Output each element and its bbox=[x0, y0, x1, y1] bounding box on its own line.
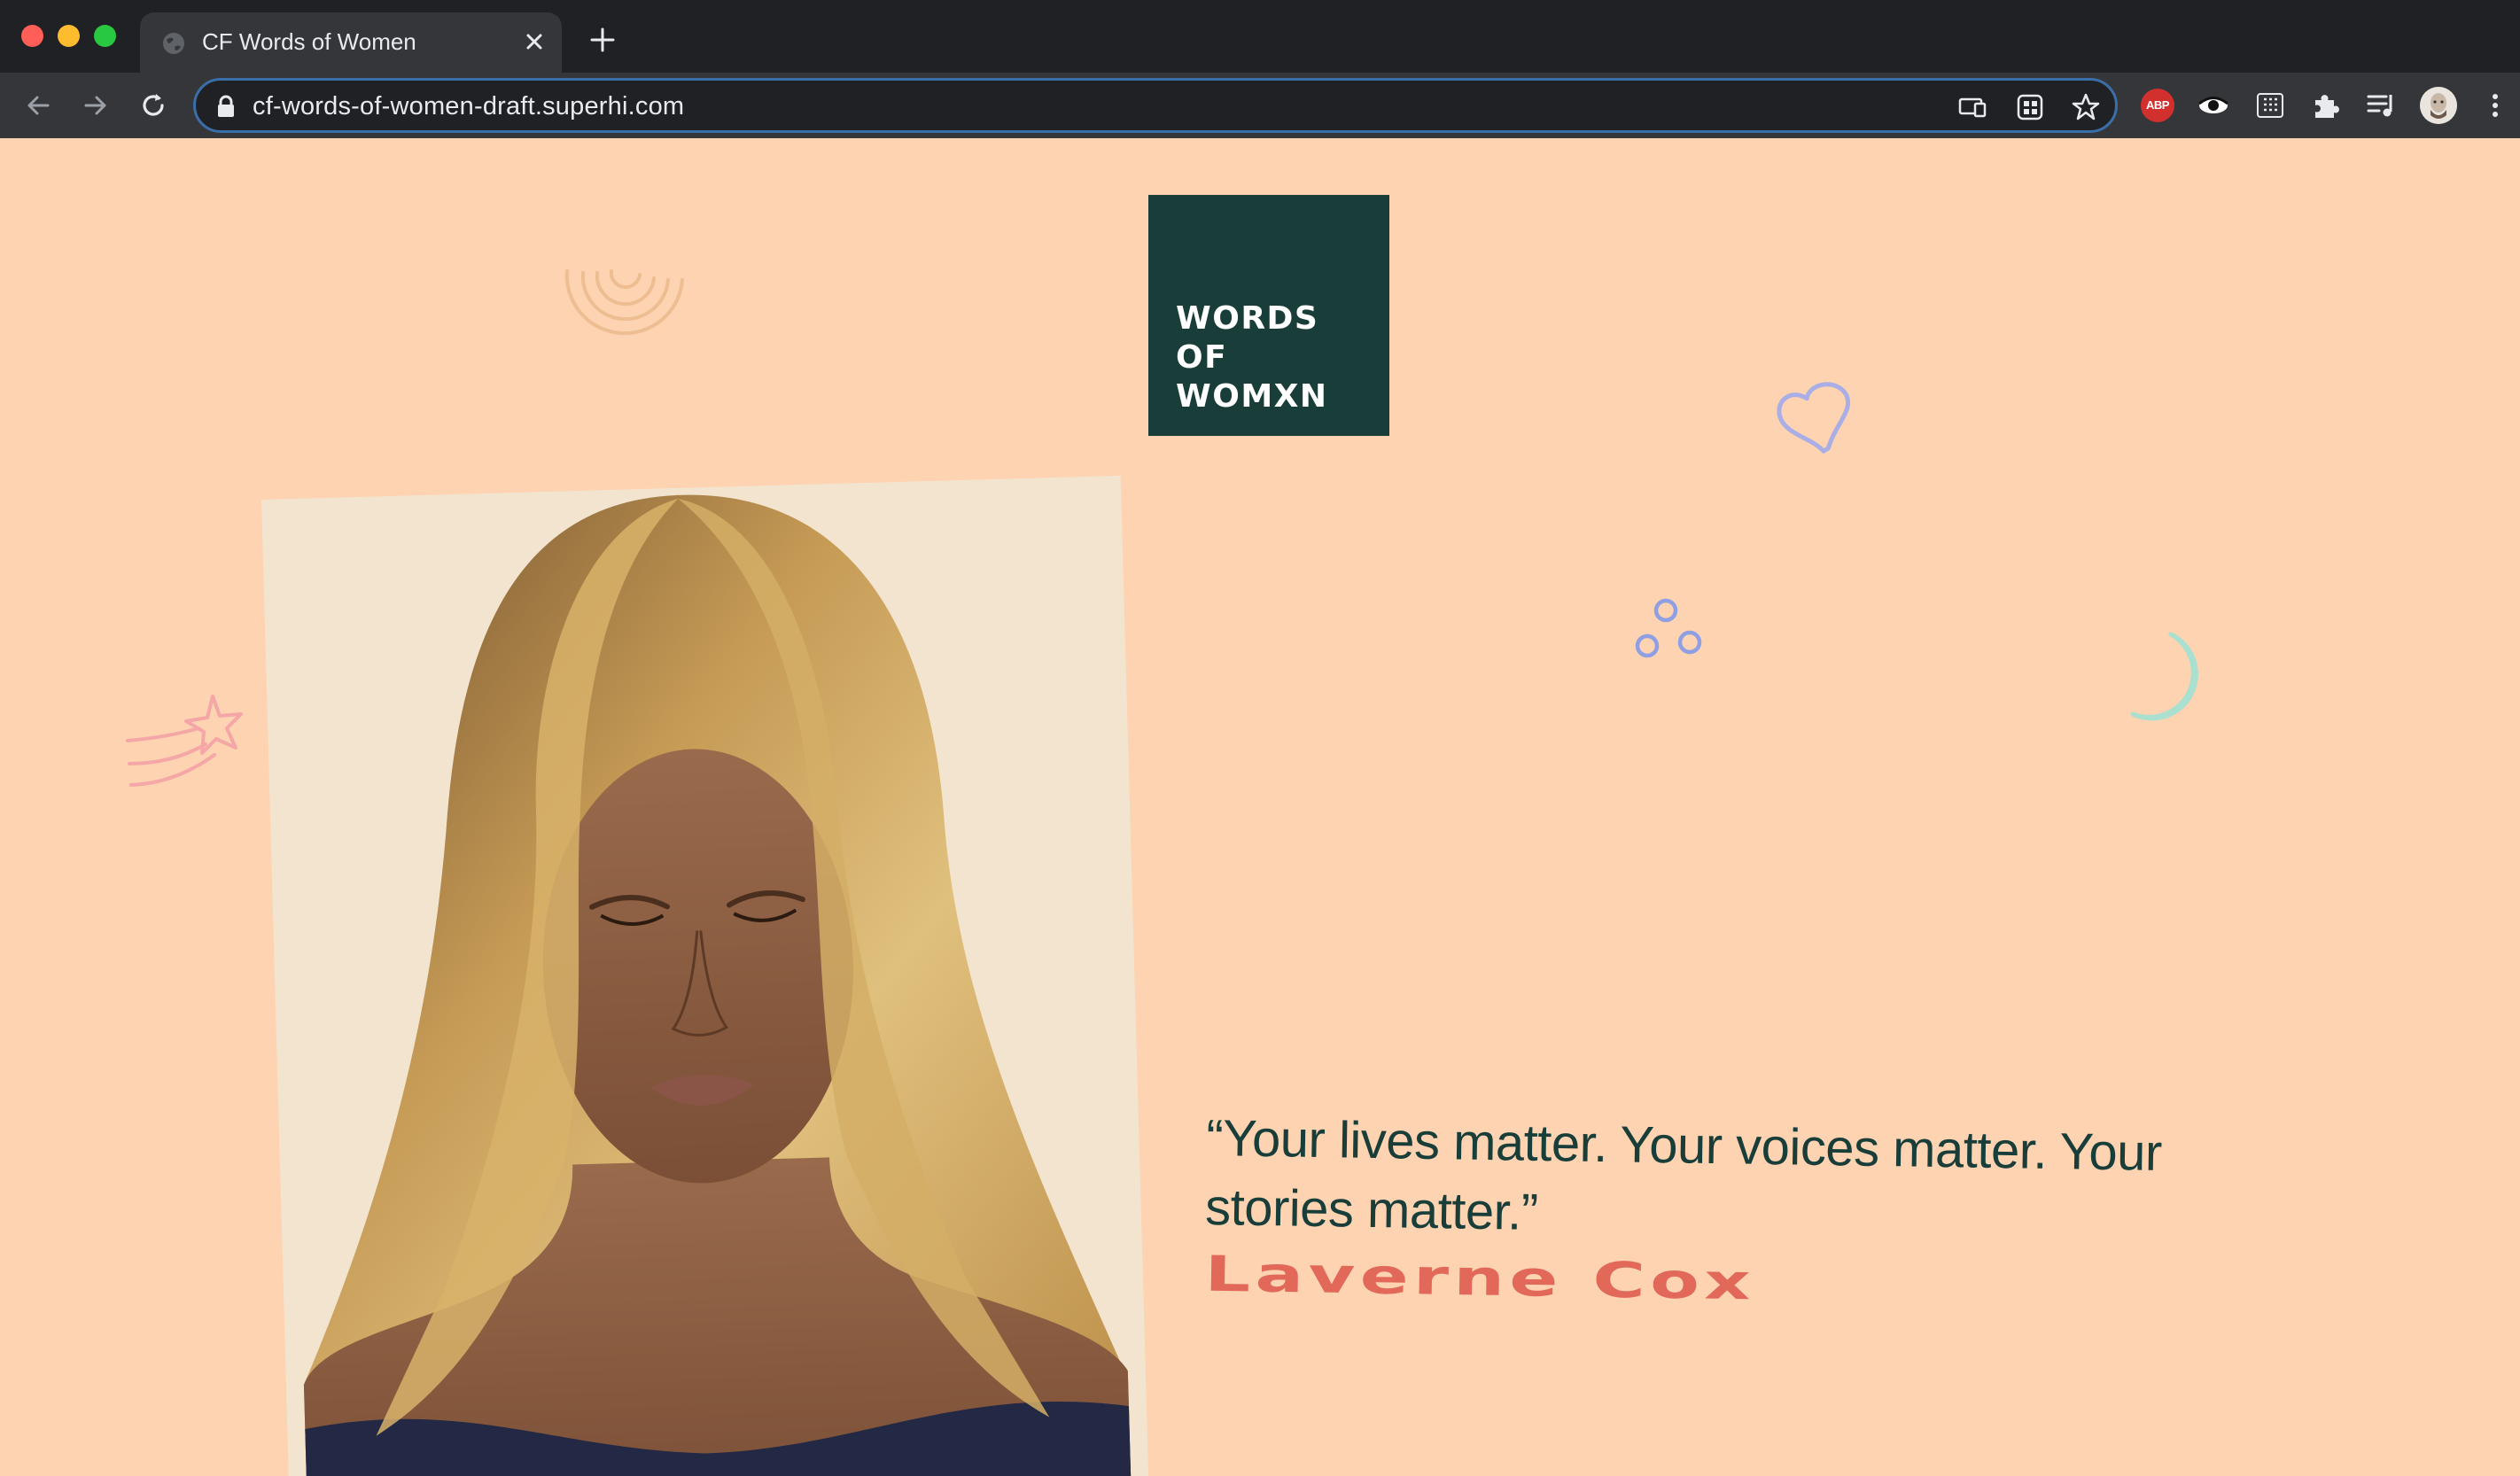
logo-line: WORDS bbox=[1176, 300, 1319, 337]
close-window-button[interactable] bbox=[21, 25, 43, 47]
portrait-illustration bbox=[303, 494, 1132, 1476]
browser-tab[interactable]: CF Words of Women bbox=[140, 12, 562, 73]
qr-code-icon[interactable] bbox=[2015, 92, 2045, 122]
page-content: WORDS OF WOMXN “Your lives matter. Your … bbox=[0, 138, 2520, 1476]
moon-doodle-icon bbox=[2130, 632, 2198, 721]
browser-toolbar: cf-words-of-women-draft.superhi.com ABP bbox=[0, 73, 2520, 138]
rainbow-doodle-icon bbox=[564, 269, 684, 336]
puzzle-extensions-icon[interactable] bbox=[2309, 89, 2343, 122]
globe-icon bbox=[163, 33, 184, 54]
zoom-window-button[interactable] bbox=[94, 25, 116, 47]
cast-icon[interactable] bbox=[1957, 92, 1987, 122]
forward-icon[interactable] bbox=[79, 89, 113, 122]
grid-extension-icon[interactable] bbox=[2253, 89, 2287, 122]
chrome-menu-icon[interactable] bbox=[2478, 89, 2512, 122]
heart-doodle-icon bbox=[1777, 382, 1851, 454]
logo-line: OF bbox=[1176, 339, 1228, 376]
bookmark-star-icon[interactable] bbox=[2071, 92, 2101, 122]
quote-author: Laverne Cox bbox=[1203, 1246, 1756, 1312]
portrait-photo bbox=[261, 475, 1150, 1476]
browser-tab-bar: CF Words of Women bbox=[0, 0, 2520, 73]
bubbles-doodle-icon bbox=[1635, 598, 1702, 658]
tab-title: CF Words of Women bbox=[202, 28, 416, 55]
address-bar[interactable]: cf-words-of-women-draft.superhi.com bbox=[193, 78, 2118, 133]
adblock-plus-icon[interactable]: ABP bbox=[2141, 89, 2174, 122]
lock-icon[interactable] bbox=[215, 95, 237, 118]
logo-line: WOMXN bbox=[1176, 378, 1328, 415]
close-tab-icon[interactable] bbox=[521, 28, 548, 55]
reload-icon[interactable] bbox=[136, 89, 170, 122]
new-tab-icon[interactable] bbox=[589, 27, 616, 53]
media-control-icon[interactable] bbox=[2365, 89, 2399, 122]
url-text[interactable]: cf-words-of-women-draft.superhi.com bbox=[253, 92, 684, 121]
site-logo[interactable]: WORDS OF WOMXN bbox=[1148, 195, 1389, 436]
profile-face-icon bbox=[2420, 87, 2457, 124]
profile-avatar[interactable] bbox=[2420, 87, 2457, 124]
eye-extension-icon[interactable] bbox=[2197, 89, 2230, 122]
back-icon[interactable] bbox=[21, 89, 55, 122]
minimize-window-button[interactable] bbox=[58, 25, 80, 47]
quote-text: “Your lives matter. Your voices matter. … bbox=[1204, 1108, 2163, 1241]
shooting-star-doodle-icon bbox=[126, 695, 243, 787]
logo-text: WORDS OF WOMXN bbox=[1176, 299, 1328, 416]
